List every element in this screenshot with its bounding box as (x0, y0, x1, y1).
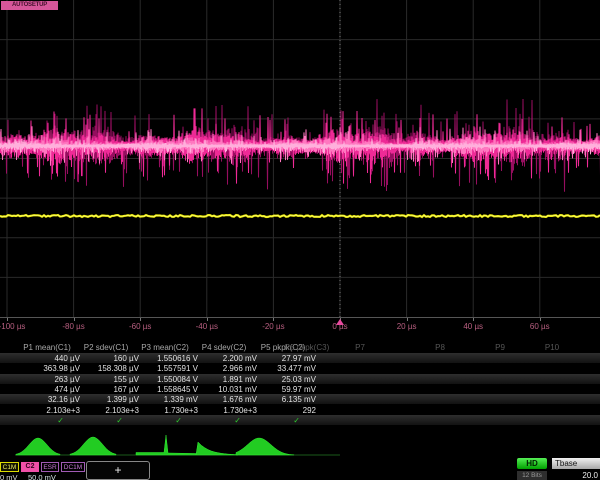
time-axis-tick (140, 318, 141, 321)
c2-descriptor-chip[interactable]: C2 (21, 462, 39, 472)
table-cell: 167 µV (73, 385, 139, 394)
time-axis-label: -40 µs (196, 322, 218, 331)
param-header-P2[interactable]: P2 sdev(C1) (73, 343, 139, 352)
time-axis-tick (273, 318, 274, 321)
table-cell: 160 µV (73, 354, 139, 363)
status-check: ✓ (73, 416, 123, 425)
histicon[interactable] (196, 442, 238, 455)
status-check: ✓ (132, 416, 182, 425)
table-cell: 10.031 mV (191, 385, 257, 394)
param-header-inactive[interactable]: P9 (495, 343, 505, 352)
timebase-chip[interactable]: Tbase (552, 458, 600, 469)
table-cell: 25.03 mV (250, 375, 316, 384)
param-header-inactive[interactable]: P7 (355, 343, 365, 352)
table-cell: 1.730e+3 (132, 406, 198, 415)
table-cell: 33.477 mV (250, 364, 316, 373)
time-axis-tick (7, 318, 8, 321)
time-axis-label: -80 µs (62, 322, 84, 331)
oscilloscope-screen: AUTOSETUP -100 µs -80 µs -60 µs -40 µs -20 µ… (0, 0, 600, 480)
bottom-bar: C1M 0 mV C2 ESR DC1M 50.0 mV + HD 12 Bit… (0, 460, 600, 480)
status-check: ✓ (14, 416, 64, 425)
time-axis: -100 µs-80 µs-60 µs-40 µs-20 µs0 µs20 µs… (0, 317, 600, 338)
histicon[interactable] (70, 437, 116, 455)
time-axis-tick (473, 318, 474, 321)
param-header-inactive[interactable]: P8 (435, 343, 445, 352)
param-header-inactive[interactable]: P10 (545, 343, 559, 352)
table-cell: 363.98 µV (14, 364, 80, 373)
table-cell: 2.103e+3 (73, 406, 139, 415)
time-axis-tick (207, 318, 208, 321)
table-cell: 474 µV (14, 385, 80, 394)
table-cell: 6.135 mV (250, 395, 316, 404)
table-cell: 1.558645 V (132, 385, 198, 394)
table-cell: 1.550084 V (132, 375, 198, 384)
table-cell: 1.730e+3 (191, 406, 257, 415)
time-axis-tick (74, 318, 75, 321)
table-cell: 59.97 mV (250, 385, 316, 394)
timebase-value: 20.0 (570, 471, 598, 480)
table-cell: 2.200 mV (191, 354, 257, 363)
table-cell: 155 µV (73, 375, 139, 384)
table-cell: 1.339 mV (132, 395, 198, 404)
time-axis-tick (540, 318, 541, 321)
measurement-table: P1 mean(C1)P2 sdev(C1)P3 mean(C2)P4 sdev… (0, 342, 600, 428)
status-check: ✓ (250, 416, 300, 425)
table-cell: 1.399 µV (73, 395, 139, 404)
time-axis-tick (407, 318, 408, 321)
param-header-inactive[interactable]: P6 pkpk(C3) (285, 343, 329, 352)
add-trace-button[interactable]: + (86, 461, 150, 480)
table-cell: 1.891 mV (191, 375, 257, 384)
status-check: ✓ (191, 416, 241, 425)
waveform-grid (0, 0, 600, 318)
c2-esr-badge: ESR (41, 462, 59, 472)
time-axis-label: 60 µs (530, 322, 550, 331)
histicon[interactable] (16, 438, 60, 455)
top-left-badge[interactable]: AUTOSETUP (1, 1, 58, 10)
c1-descriptor-chip[interactable]: C1M (0, 462, 19, 472)
table-cell: 1.676 mV (191, 395, 257, 404)
resolution-label: 12 Bits (517, 471, 547, 480)
time-axis-label: 40 µs (463, 322, 483, 331)
histicon[interactable] (136, 435, 196, 455)
param-header-P1[interactable]: P1 mean(C1) (14, 343, 80, 352)
table-cell: 2.103e+3 (14, 406, 80, 415)
c2-scale-value: 50.0 mV (28, 473, 78, 480)
trigger-position-marker[interactable] (336, 319, 344, 325)
param-header-P3[interactable]: P3 mean(C2) (132, 343, 198, 352)
c1-scale-value: 0 mV (0, 473, 18, 480)
histicon[interactable] (236, 438, 294, 455)
table-cell: 32.16 µV (14, 395, 80, 404)
time-axis-label: -20 µs (262, 322, 284, 331)
hd-mode-badge[interactable]: HD (517, 458, 547, 469)
time-axis-label: -60 µs (129, 322, 151, 331)
table-cell: 2.966 mV (191, 364, 257, 373)
table-cell: 1.550616 V (132, 354, 198, 363)
table-cell: 158.308 µV (73, 364, 139, 373)
c2-coupling-badge: DC1M (61, 462, 85, 472)
time-axis-label: 20 µs (397, 322, 417, 331)
table-cell: 27.97 mV (250, 354, 316, 363)
table-cell: 1.557591 V (132, 364, 198, 373)
parameter-histicons (0, 428, 600, 460)
table-cell: 292 (250, 406, 316, 415)
table-cell: 263 µV (14, 375, 80, 384)
param-header-P4[interactable]: P4 sdev(C2) (191, 343, 257, 352)
time-axis-label: -100 µs (0, 322, 25, 331)
table-cell: 440 µV (14, 354, 80, 363)
